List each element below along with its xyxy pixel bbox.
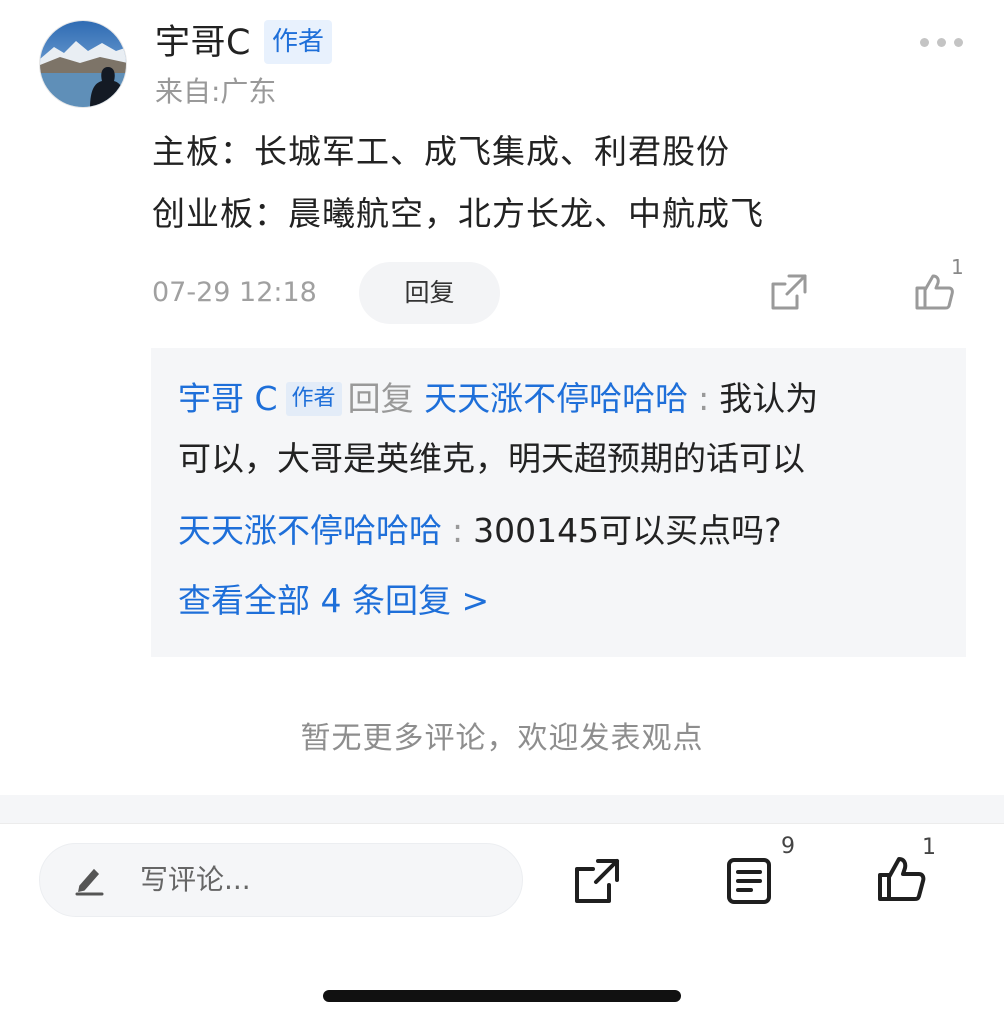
comments-count: 9 — [781, 834, 795, 859]
location-label: 来自:广东 — [155, 75, 277, 108]
reply-action-label: 回复 — [347, 379, 414, 418]
share-icon[interactable] — [767, 270, 811, 314]
comment-text-line: 主板：长城军工、成飞集成、利君股份 — [152, 132, 730, 171]
thumbs-up-icon[interactable] — [876, 853, 928, 905]
avatar[interactable] — [39, 20, 127, 108]
replies-panel: 宇哥 C 作者 回复 天天涨不停哈哈哈: 我认为 可以，大哥是英维克，明天超预期的话可… — [151, 348, 966, 657]
share-icon[interactable] — [572, 856, 622, 906]
comment-input[interactable] — [39, 843, 523, 917]
comment-placeholder[interactable]: 写评论... — [140, 860, 251, 900]
author-tag: 作者 — [264, 20, 333, 64]
username[interactable]: 宇哥C — [155, 22, 251, 64]
pen-icon — [72, 862, 106, 896]
reply-text: 可以，大哥是英维克，明天超预期的话可以 — [178, 439, 805, 478]
reply-username[interactable]: 宇哥 C — [178, 379, 278, 418]
reply-text: 我认为 — [719, 379, 819, 418]
no-more-comments-label: 暂无更多评论，欢迎发表观点 — [300, 721, 704, 756]
like-count: 1 — [951, 255, 964, 279]
reply-item: 天天涨不停哈哈哈:300145可以买点吗? — [178, 508, 782, 554]
reply-text: 300145可以买点吗? — [473, 511, 782, 550]
comments-list-icon[interactable] — [725, 856, 773, 906]
comment-timestamp: 07-29 12:18 — [152, 277, 317, 308]
home-indicator[interactable] — [323, 990, 681, 1002]
comment-text-line: 创业板：晨曦航空，北方长龙、中航成飞 — [152, 194, 764, 233]
reply-separator: : — [452, 511, 464, 550]
reply-username[interactable]: 天天涨不停哈哈哈 — [178, 511, 442, 550]
author-tag: 作者 — [285, 381, 342, 416]
reply-target-username[interactable]: 天天涨不停哈哈哈 — [424, 379, 688, 418]
reply-button[interactable]: 回复 — [359, 262, 500, 324]
reply-separator: : — [698, 379, 710, 418]
reply-item: 宇哥 C 作者 回复 天天涨不停哈哈哈: 我认为 — [178, 376, 818, 422]
section-divider — [0, 795, 1004, 824]
like-count: 1 — [922, 835, 936, 860]
view-all-replies-link[interactable]: 查看全部 4 条回复 > — [178, 578, 489, 624]
more-dots-icon[interactable] — [920, 32, 970, 52]
